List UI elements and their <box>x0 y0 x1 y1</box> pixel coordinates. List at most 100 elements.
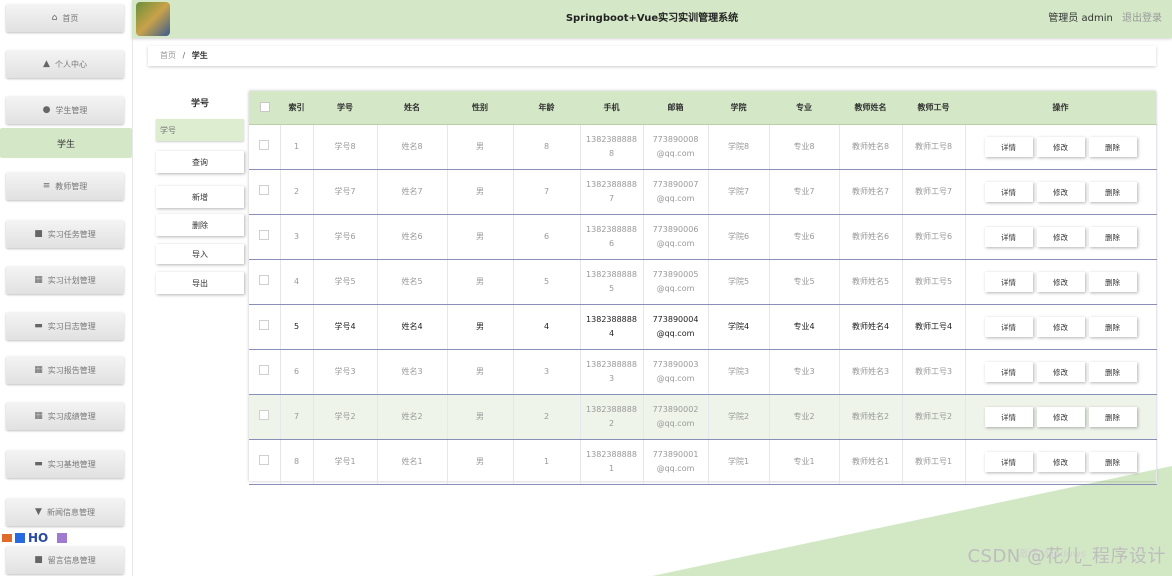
row-delete-button[interactable]: 删除 <box>1088 452 1137 472</box>
table-row[interactable]: 4 学号5 姓名5 男 5 1382388888 5 773890005 @qq.com 学院5 专… <box>249 259 1157 305</box>
query-button[interactable]: 查询 <box>156 151 244 173</box>
cell-id: 学号2 <box>313 394 378 440</box>
row-checkbox[interactable] <box>249 304 281 350</box>
row-delete-button[interactable]: 删除 <box>1088 362 1137 382</box>
export-button[interactable]: 导出 <box>156 272 244 294</box>
cell-email: 773890001 @qq.com <box>643 439 709 485</box>
cell-major: 专业6 <box>769 214 840 260</box>
cell-name: 姓名6 <box>377 214 448 260</box>
logout-link[interactable]: 退出登录 <box>1122 13 1162 24</box>
row-delete-button[interactable]: 删除 <box>1088 182 1137 202</box>
sidebar-item-11[interactable]: ▼ 新闻信息管理 <box>6 498 124 526</box>
row-delete-button[interactable]: 删除 <box>1088 317 1137 337</box>
cell-college: 学院4 <box>708 304 770 350</box>
row-checkbox[interactable] <box>249 349 281 395</box>
row-delete-button[interactable]: 删除 <box>1088 407 1137 427</box>
detail-button[interactable]: 详情 <box>984 317 1033 337</box>
cell-name: 姓名5 <box>377 259 448 305</box>
cell-age: 4 <box>513 304 581 350</box>
sidebar-item-12[interactable]: ■ 留言信息管理 <box>6 546 124 574</box>
edit-button[interactable]: 修改 <box>1036 317 1085 337</box>
row-checkbox[interactable] <box>249 124 281 170</box>
edit-button[interactable]: 修改 <box>1036 182 1085 202</box>
row-checkbox[interactable] <box>249 259 281 305</box>
edit-button[interactable]: 修改 <box>1036 452 1085 472</box>
table-row[interactable]: 7 学号2 姓名2 男 2 1382388888 2 773890002 @qq.com 学院2 专… <box>249 394 1157 440</box>
cell-college: 学院8 <box>708 124 770 170</box>
cell-college: 学院7 <box>708 169 770 215</box>
table-row[interactable]: 2 学号7 姓名7 男 7 1382388888 7 773890007 @qq.com 学院7 专… <box>249 169 1157 215</box>
table-row[interactable]: 3 学号6 姓名6 男 6 1382388888 6 773890006 @qq.com 学院6 专… <box>249 214 1157 260</box>
sidebar-item-1[interactable]: ▲ 个人中心 <box>6 50 124 78</box>
cell-phone: 1382388888 7 <box>580 169 644 215</box>
sidebar-item-4[interactable]: ≡ 教师管理 <box>6 172 124 200</box>
detail-button[interactable]: 详情 <box>984 137 1033 157</box>
row-delete-button[interactable]: 删除 <box>1088 227 1137 247</box>
sidebar-item-2[interactable]: ● 学生管理 <box>6 96 124 124</box>
cell-phone: 1382388888 3 <box>580 349 644 395</box>
sidebar-item-label: 首页 <box>62 13 79 23</box>
detail-button[interactable]: 详情 <box>984 182 1033 202</box>
sidebar-item-0[interactable]: ⌂ 首页 <box>6 4 124 32</box>
column-header: 年龄 <box>513 91 580 125</box>
cell-teacher_no: 教师工号5 <box>902 259 966 305</box>
cell-teacher: 教师姓名7 <box>839 169 903 215</box>
cell-teacher_no: 教师工号2 <box>902 394 966 440</box>
search-input[interactable] <box>156 119 244 141</box>
row-checkbox[interactable] <box>249 214 281 260</box>
sidebar-item-5[interactable]: ■ 实习任务管理 <box>6 220 124 248</box>
detail-button[interactable]: 详情 <box>984 362 1033 382</box>
breadcrumb-home[interactable]: 首页 <box>160 51 176 60</box>
edit-button[interactable]: 修改 <box>1036 407 1085 427</box>
import-button[interactable]: 导入 <box>156 244 244 264</box>
cell-email: 773890003 @qq.com <box>643 349 709 395</box>
select-all-checkbox[interactable] <box>249 91 280 125</box>
row-delete-button[interactable]: 删除 <box>1088 137 1137 157</box>
table-body: 1 学号8 姓名8 男 8 1382388888 8 773890008 @qq.com 学院8 专… <box>249 124 1157 485</box>
cell-phone: 1382388888 8 <box>580 124 644 170</box>
table-row[interactable]: 5 学号4 姓名4 男 4 1382388888 4 773890004 @qq.com 学院4 专… <box>249 304 1157 350</box>
cell-phone: 1382388888 2 <box>580 394 644 440</box>
cell-index: 6 <box>280 349 314 395</box>
cell-actions: 详情 修改 删除 <box>965 214 1157 260</box>
detail-button[interactable]: 详情 <box>984 272 1033 292</box>
edit-button[interactable]: 修改 <box>1036 362 1085 382</box>
row-checkbox[interactable] <box>249 439 281 485</box>
cell-id: 学号4 <box>313 304 378 350</box>
sidebar-item-8[interactable]: ▦ 实习报告管理 <box>6 356 124 384</box>
cell-gender: 男 <box>447 439 514 485</box>
cell-index: 8 <box>280 439 314 485</box>
row-checkbox[interactable] <box>249 169 281 215</box>
app-title: Springboot+Vue实习实训管理系统 <box>565 13 739 24</box>
add-button[interactable]: 新增 <box>156 186 244 208</box>
column-header: 专业 <box>769 91 839 125</box>
table-row[interactable]: 8 学号1 姓名1 男 1 1382388888 1 773890001 @qq.com 学院1 专… <box>249 439 1157 485</box>
column-header: 教师工号 <box>902 91 965 125</box>
sidebar-item-label: 实习日志管理 <box>47 321 96 331</box>
table-row[interactable]: 6 学号3 姓名3 男 3 1382388888 3 773890003 @qq.com 学院3 专… <box>249 349 1157 395</box>
message-icon: ■ <box>34 555 43 565</box>
row-delete-button[interactable]: 删除 <box>1088 272 1137 292</box>
sidebar-item-label: 个人中心 <box>54 59 87 69</box>
edit-button[interactable]: 修改 <box>1036 137 1085 157</box>
sidebar-item-6[interactable]: ▦ 实习计划管理 <box>6 266 124 294</box>
sidebar-item-9[interactable]: ▦ 实习成绩管理 <box>6 402 124 430</box>
cell-gender: 男 <box>447 259 514 305</box>
sidebar-item-3[interactable]: 学生 <box>0 128 132 158</box>
cell-actions: 详情 修改 删除 <box>965 394 1157 440</box>
edit-button[interactable]: 修改 <box>1036 272 1085 292</box>
sidebar-item-7[interactable]: ▬ 实习日志管理 <box>6 312 124 340</box>
detail-button[interactable]: 详情 <box>984 227 1033 247</box>
delete-button[interactable]: 删除 <box>156 214 244 236</box>
sidebar-item-10[interactable]: ▬ 实习基地管理 <box>6 450 124 478</box>
pin-icon: ● <box>42 105 51 115</box>
sidebar-item-label: 新闻信息管理 <box>46 507 95 517</box>
detail-button[interactable]: 详情 <box>984 452 1033 472</box>
cell-actions: 详情 修改 删除 <box>965 349 1157 395</box>
cell-teacher_no: 教师工号6 <box>902 214 966 260</box>
row-checkbox[interactable] <box>249 394 281 440</box>
sidebar-item-label: 学生管理 <box>55 105 88 115</box>
edit-button[interactable]: 修改 <box>1036 227 1085 247</box>
detail-button[interactable]: 详情 <box>984 407 1033 427</box>
table-row[interactable]: 1 学号8 姓名8 男 8 1382388888 8 773890008 @qq.com 学院8 专… <box>249 124 1157 170</box>
